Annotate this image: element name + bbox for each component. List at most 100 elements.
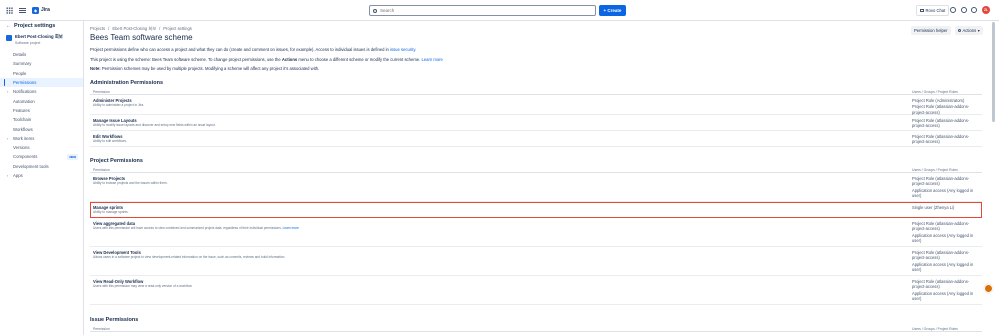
permission-description: Ability to modify issue layouts and disc… xyxy=(93,123,216,127)
permission-holder: Project Role (atlassian-addons-project-a… xyxy=(912,133,970,145)
table-row: Browse Projects Ability to browse project… xyxy=(90,173,982,202)
breadcrumb-separator: / xyxy=(159,26,161,31)
chevron-right-icon[interactable]: › xyxy=(7,173,8,178)
permission-holders: Project Role (Administrators) Project Rol… xyxy=(912,98,982,117)
sidebar-item-people[interactable]: People xyxy=(0,69,83,78)
sidebar-item-label: Details xyxy=(13,52,27,58)
help-icon[interactable] xyxy=(961,7,967,13)
learn-more-link[interactable]: Learn more xyxy=(283,226,299,230)
top-navigation-bar: ◆ Jira + Create Rovo Chat ZL xyxy=(0,0,999,21)
main-content: Projects / Ebert Post-Closing 회보 / Project s… xyxy=(90,21,985,335)
sidebar-item-development-tools[interactable]: Development tools xyxy=(0,162,83,171)
permission-description: Allows users in a software project to vi… xyxy=(93,255,285,259)
sidebar-item-label: Versions xyxy=(13,145,30,151)
project-avatar-icon xyxy=(6,35,12,41)
permission-description-text: Ability to edit workflows. xyxy=(93,139,127,143)
gear-icon xyxy=(958,29,961,32)
permission-description: Ability to manage sprints. xyxy=(93,210,129,214)
table-row: Manage Issue Layouts Ability to modify is… xyxy=(90,115,982,131)
sidebar-toggle-icon[interactable] xyxy=(19,7,26,13)
chevron-right-icon[interactable]: › xyxy=(7,89,8,94)
sidebar-item-summary[interactable]: Summary xyxy=(0,59,83,68)
notifications-icon[interactable] xyxy=(950,7,956,13)
table-header: Permission Users / Groups / Project Roles xyxy=(90,326,982,332)
sidebar-item-label: Notifications xyxy=(13,89,37,95)
project-card[interactable]: Ebert Post-Closing 회보 Software project xyxy=(0,34,83,46)
help-chat-avatar[interactable] xyxy=(984,284,993,293)
app-name: Jira xyxy=(41,7,50,13)
sidebar-item-components[interactable]: Components NEW xyxy=(0,152,83,161)
issue-security-link[interactable]: issue security. xyxy=(390,47,416,52)
permission-holder: Project Role (atlassian-addons-project-a… xyxy=(912,278,970,290)
permission-holders: Project Role (atlassian-addons-project-a… xyxy=(912,221,982,245)
search-icon xyxy=(373,8,377,13)
permissions-table: Permission Users / Groups / Project Roles… xyxy=(90,89,982,147)
permission-column-header: Permission xyxy=(93,167,110,172)
table-row: View aggregated data Users with this perm… xyxy=(90,218,982,247)
permission-description: Ability to edit workflows. xyxy=(93,139,127,143)
sidebar-item-automation[interactable]: Automation xyxy=(0,96,83,105)
sidebar-item-label: Apps xyxy=(13,173,23,178)
section-title: Project Permissions xyxy=(90,158,143,164)
permission-description-text: Users with this permission will have acc… xyxy=(93,226,282,230)
permission-holder: Project Role (atlassian-addons-project-a… xyxy=(912,117,970,129)
back-arrow-icon[interactable]: ← xyxy=(6,23,11,29)
sidebar-item-permissions[interactable]: Permissions xyxy=(0,77,83,88)
sidebar-item-workflows[interactable]: Workflows xyxy=(0,124,83,133)
sidebar-nav: Details Summary People Permissions › Notifica… xyxy=(0,50,83,180)
rovo-chat-label: Rovo Chat xyxy=(925,8,946,13)
section-title: Issue Permissions xyxy=(90,317,139,323)
permission-holders: Project Role (atlassian-addons-project-a… xyxy=(912,279,982,303)
create-button[interactable]: + Create xyxy=(599,5,626,16)
sidebar-item-features[interactable]: Features xyxy=(0,106,83,115)
sidebar-item-label: Development tools xyxy=(13,163,49,169)
breadcrumb-item[interactable]: Project settings xyxy=(163,26,192,32)
holders-column-header: Users / Groups / Project Roles xyxy=(912,167,958,172)
description-bold: Actions xyxy=(281,57,298,62)
sidebar-item-versions[interactable]: Versions xyxy=(0,143,83,152)
sidebar-item-details[interactable]: Details xyxy=(0,50,83,59)
permission-description-text: Users with this permission may view a re… xyxy=(93,284,193,288)
sidebar-item-label: Summary xyxy=(13,61,32,67)
note-text: Permission schemes may be used by multip… xyxy=(101,66,320,71)
permission-holders: Project Role (atlassian-addons-project-a… xyxy=(912,250,982,274)
sidebar-item-notifications[interactable]: › Notifications xyxy=(0,87,83,96)
permission-holders: Project Role (atlassian-addons-project-a… xyxy=(912,118,982,130)
permission-description: Users with this permission may view a re… xyxy=(93,284,192,288)
learn-more-link[interactable]: Learn more xyxy=(421,57,442,62)
table-row: View Development Tools Allows users in a … xyxy=(90,247,982,276)
permission-holders: Project Role (atlassian-addons-project-a… xyxy=(912,176,982,200)
sidebar: ← Project settings Ebert Post-Closing 회보… xyxy=(0,21,84,335)
permission-helper-button[interactable]: Permission helper xyxy=(911,26,951,35)
page-scrollbar[interactable] xyxy=(992,22,995,122)
actions-button[interactable]: Actions ▾ xyxy=(955,26,983,35)
sidebar-item-label: Permissions xyxy=(13,80,37,86)
description-note: Note: Permission schemes may be used by … xyxy=(90,66,970,71)
permission-column-header: Permission xyxy=(93,89,110,94)
permission-holder: Project Role (atlassian-addons-project-a… xyxy=(912,104,970,115)
permission-holder: Single user (Zhenya Li) xyxy=(912,204,955,210)
sidebar-item-apps[interactable]: › Apps xyxy=(0,171,83,180)
search-input[interactable] xyxy=(380,8,580,13)
project-type: Software project xyxy=(15,41,41,45)
sidebar-title: Project settings xyxy=(14,22,56,29)
breadcrumb-item[interactable]: Projects xyxy=(90,26,105,32)
app-switcher-icon[interactable] xyxy=(6,6,13,14)
permission-description: Ability to administer a project in Jira. xyxy=(93,103,144,107)
sidebar-item-toolchain[interactable]: Toolchain xyxy=(0,115,83,124)
description-line-1: Project permissions define who can acces… xyxy=(90,47,970,52)
user-avatar[interactable]: ZL xyxy=(982,6,990,14)
permission-holder: Application access (Any logged in user) xyxy=(912,290,974,302)
sidebar-item-work-items[interactable]: › Work items xyxy=(0,134,83,143)
breadcrumb-item[interactable]: Ebert Post-Closing 회보 xyxy=(112,26,156,32)
search-box[interactable] xyxy=(369,5,596,16)
settings-icon[interactable] xyxy=(971,7,977,13)
rovo-chat-button[interactable]: Rovo Chat xyxy=(916,5,950,16)
section-title: Administration Permissions xyxy=(90,80,164,86)
permission-holder: Project Role (Administrators) xyxy=(912,97,965,103)
jira-logo[interactable]: ◆ Jira xyxy=(32,6,50,14)
new-badge: NEW xyxy=(67,154,78,160)
permission-holder: Application access (Any logged in user) xyxy=(912,261,974,273)
table-row: Administer Projects Ability to administer… xyxy=(90,95,982,115)
chevron-right-icon[interactable]: › xyxy=(7,136,8,141)
